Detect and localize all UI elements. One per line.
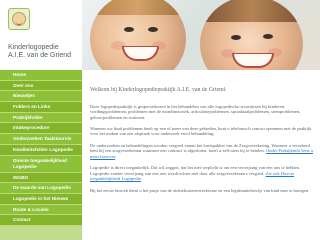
left-child-right-eye	[148, 27, 158, 32]
nav-item-label: WGBO	[13, 174, 29, 180]
nav-item-label: Contact	[13, 217, 31, 223]
nav-item-label: Intakeprocedure	[13, 125, 50, 131]
left-child-smile	[122, 46, 159, 61]
nav-item-label: Folders en Links	[13, 104, 51, 110]
nav-item-label: Over ons	[13, 82, 34, 88]
right-child-right-eye	[263, 34, 273, 39]
nav-item-route-en-locatie[interactable]: Route & Locatie	[0, 204, 82, 216]
nav-item-label: Directe toegankelijkheid Logopedie	[13, 158, 67, 170]
nav-item-label: Praktijkfolder	[13, 114, 43, 120]
nav-item-onderzoeken-taalstoornis[interactable]: Onderzoeken Taalstoornis	[0, 134, 82, 145]
insurance-paragraph: De onderzoeken en behandelingen worden v…	[90, 143, 314, 159]
nav-item-label: De waarde van Logopedie	[13, 185, 71, 191]
brand-name-line-2: A.I.E. van de Griend	[8, 52, 72, 59]
direct-access-paragraph: Logopedie is direct toegankelijk. Dat wi…	[90, 165, 314, 181]
nav-item-de-waarde-van-logopedie[interactable]: De waarde van Logopedie	[0, 183, 82, 194]
nav-item-kwaliteitsfolder-logopedie[interactable]: Kwaliteitsfolder Logopedie	[0, 144, 82, 156]
nav-item-logopedie-in-het-nieuws[interactable]: Logopedie in het Nieuws	[0, 193, 82, 205]
nav-item-label: Kwaliteitsfolder Logopedie	[13, 146, 73, 152]
site-header: Kinderlogopedie A.I.E. van de Griend	[0, 0, 320, 70]
right-child-smile	[232, 53, 274, 68]
intro-paragraph: Deze logopediepraktijk is gespecialiseer…	[90, 103, 301, 120]
direct-access-text-end: .	[140, 176, 143, 182]
brand-panel: Kinderlogopedie A.I.E. van de Griend	[0, 0, 82, 70]
main-navigation: Home Over ons Nieuwtjes Folders en Links…	[0, 70, 82, 240]
brand-name-line-1: Kinderlogopedie	[8, 44, 59, 51]
nav-item-praktijkfolder[interactable]: Praktijkfolder	[0, 112, 82, 124]
insurance-text-end: .	[115, 153, 117, 159]
page-title: Welkom bij Kinderlogopediepraktijk A.I.E…	[90, 87, 227, 93]
hero-image	[82, 0, 320, 70]
main-content: Welkom bij Kinderlogopediepraktijk A.I.E…	[90, 87, 314, 235]
nav-item-nieuwtjes[interactable]: Nieuwtjes	[0, 91, 82, 103]
left-child-hair	[90, 0, 186, 15]
left-child-left-eye	[124, 27, 134, 32]
nav-item-directe-toegankelijkheid-logopedie[interactable]: Directe toegankelijkheid Logopedie	[0, 155, 82, 173]
first-visit-paragraph: Bij het eerste bezoek dient u het pasje …	[90, 187, 310, 193]
nav-item-wgbo[interactable]: WGBO	[0, 172, 82, 184]
right-child-hair	[200, 0, 303, 22]
nav-item-label: Home	[13, 72, 27, 77]
nav-item-intakeprocedure[interactable]: Intakeprocedure	[0, 123, 82, 135]
nav-item-label: Logopedie in het Nieuws	[13, 195, 69, 201]
child-face-logo-icon	[8, 8, 30, 30]
nav-item-folders-en-links[interactable]: Folders en Links	[0, 102, 82, 113]
right-child-face	[200, 0, 303, 70]
contact-paragraph: Wanneer uw kind problemen heeft op een o…	[90, 125, 312, 137]
nav-item-label: Nieuwtjes	[13, 93, 35, 99]
left-child-face	[90, 0, 186, 70]
web-page: Kinderlogopedie A.I.E. van de Griend Hom…	[0, 0, 320, 240]
nav-item-label: Onderzoeken Taalstoornis	[13, 136, 72, 142]
right-child-left-eye	[231, 35, 241, 40]
nav-item-over-ons[interactable]: Over ons	[0, 80, 82, 92]
nav-item-home[interactable]: Home	[0, 70, 82, 81]
nav-item-contact[interactable]: Contact	[0, 215, 82, 226]
nav-item-label: Route & Locatie	[13, 206, 49, 212]
